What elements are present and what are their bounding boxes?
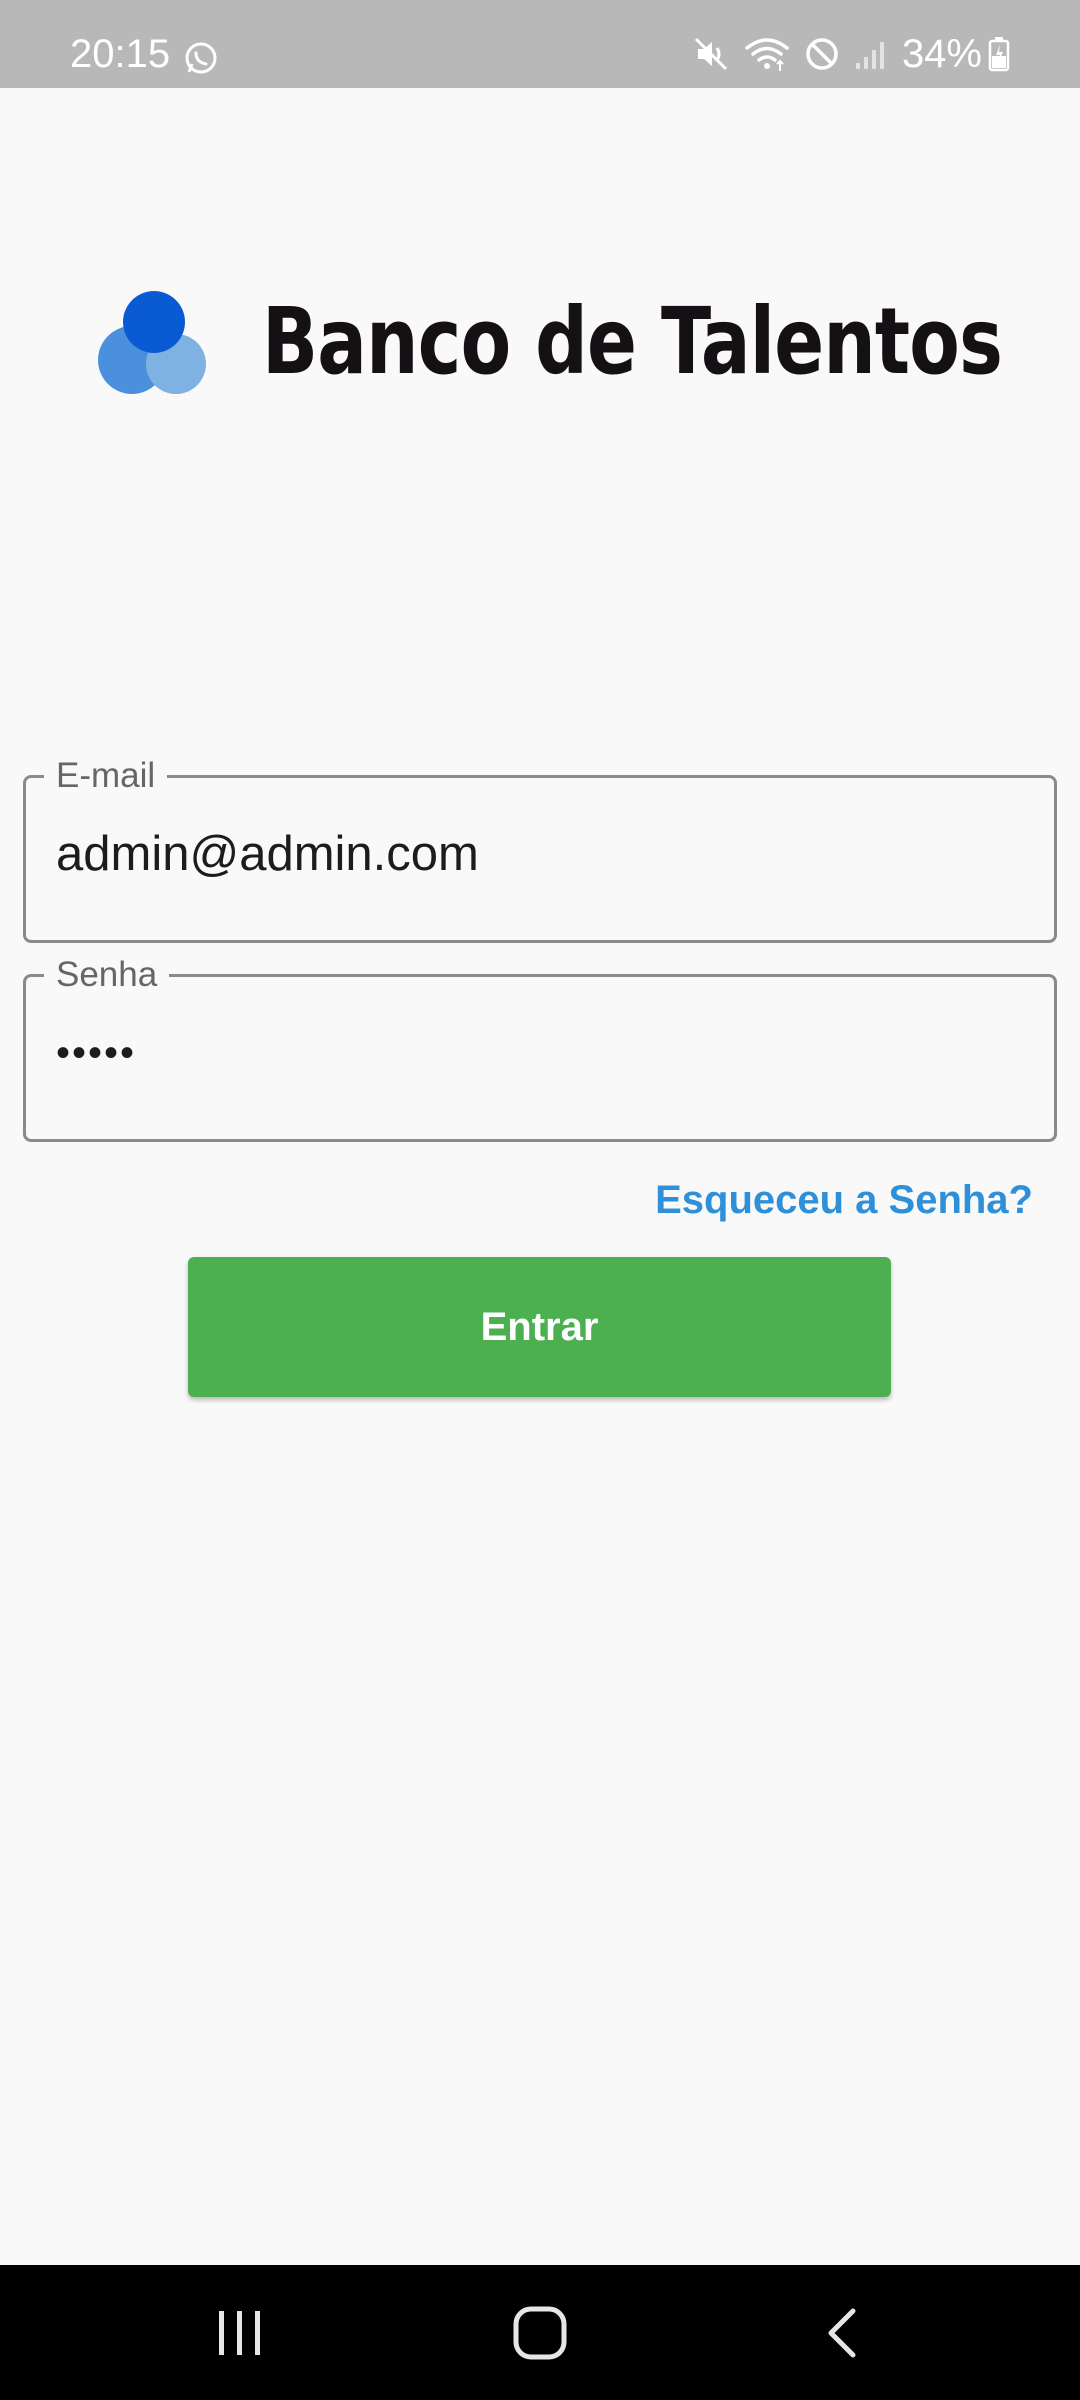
status-icons: 34% — [692, 32, 1010, 76]
recents-button[interactable] — [199, 2293, 279, 2373]
login-button[interactable]: Entrar — [188, 1257, 891, 1397]
navigation-bar — [0, 2265, 1080, 2400]
status-bar: 20:15 34% — [0, 0, 1080, 88]
status-time: 20:15 — [70, 32, 171, 76]
email-label: E-mail — [44, 754, 168, 798]
back-icon — [828, 2308, 856, 2358]
home-button[interactable] — [500, 2293, 580, 2373]
password-input[interactable] — [56, 1013, 1016, 1093]
mute-icon — [694, 37, 727, 71]
password-label: Senha — [44, 953, 170, 997]
email-input[interactable] — [56, 814, 1016, 894]
whatsapp-icon — [185, 42, 217, 74]
back-button[interactable] — [803, 2293, 883, 2373]
email-field[interactable]: E-mail — [23, 754, 1057, 943]
battery-percentage: 34% — [901, 32, 982, 76]
home-icon — [513, 2306, 567, 2360]
do-not-disturb-icon — [806, 38, 838, 70]
signal-icon — [855, 42, 884, 69]
battery-icon — [988, 37, 1010, 72]
brand-title: Banco de Talentos — [262, 288, 1003, 395]
password-field[interactable]: Senha — [23, 953, 1057, 1142]
wifi-icon — [745, 38, 789, 71]
recents-icon — [219, 2311, 260, 2355]
brand-logo-icon — [98, 291, 206, 394]
forgot-password-link[interactable]: Esqueceu a Senha? — [655, 1176, 1033, 1224]
